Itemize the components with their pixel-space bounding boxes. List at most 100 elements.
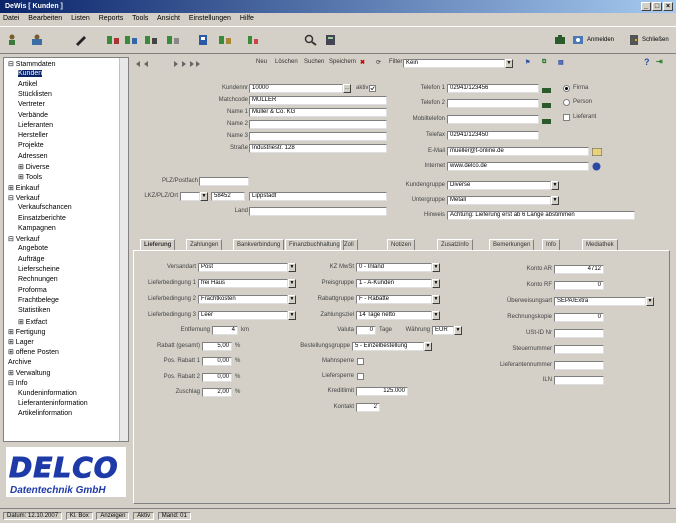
minimize-button[interactable]: _ [641, 2, 651, 11]
tree-item[interactable]: Verbände [18, 112, 48, 119]
filter-dropdown[interactable]: ▼ [505, 59, 513, 68]
save-button[interactable]: Speichern [329, 59, 356, 65]
discount-group-field[interactable]: F - Rabatte [356, 295, 432, 304]
post-icon[interactable] [246, 34, 260, 46]
supplier-icon[interactable] [30, 34, 44, 46]
tree-item[interactable]: Adressen [18, 153, 48, 160]
menu-einstellungen[interactable]: Einstellungen [189, 15, 231, 22]
tree-item[interactable]: ⊞ Diverse [18, 163, 50, 171]
menu-listen[interactable]: Listen [71, 15, 90, 22]
tree-item[interactable]: ⊞ Verwaltung [8, 369, 50, 377]
fax-field[interactable]: 02941/123450 [447, 131, 539, 140]
customer-group-field[interactable]: Diverse [447, 181, 551, 190]
tab-lieferung[interactable]: Lieferung [140, 239, 176, 250]
help-icon[interactable]: ? [644, 57, 650, 67]
tab-bemerkungen[interactable]: Bemerkungen [489, 239, 535, 250]
tab-mediathek[interactable]: Mediathek [582, 239, 618, 250]
tree-item[interactable]: Projekte [18, 142, 44, 149]
tree-item[interactable]: Angebote [18, 245, 48, 252]
invoice-copy-field[interactable]: 0 [554, 313, 604, 322]
phone2-field[interactable] [447, 99, 539, 108]
tree-item[interactable]: Einsatzberichte [18, 215, 66, 222]
supplier-number-field[interactable] [554, 361, 604, 370]
calculator-icon[interactable] [324, 34, 338, 46]
production-icon[interactable] [218, 34, 232, 46]
cancel-icon[interactable]: ✖ [360, 59, 365, 66]
subgroup-dropdown[interactable]: ▼ [551, 196, 559, 205]
tree-item[interactable]: Lieferanten [18, 122, 53, 129]
tree-item[interactable]: ⊞ Fertigung [8, 328, 45, 336]
shipping-method-dropdown[interactable]: ▼ [288, 263, 296, 272]
tree-item[interactable]: ⊞ Lager [8, 338, 34, 346]
delivery-term2-dropdown[interactable]: ▼ [288, 295, 296, 304]
tree-item[interactable]: Aufträge [18, 256, 44, 263]
account-rf-field[interactable]: 0 [554, 281, 604, 290]
tree-item[interactable]: Kunden [18, 70, 43, 78]
phone1-field[interactable]: 02941/123456 [447, 84, 539, 93]
tree-item[interactable]: ⊞ Extfact [18, 318, 47, 326]
search-button[interactable]: Suchen [304, 59, 324, 65]
person-radio[interactable] [563, 99, 570, 106]
tab-info[interactable]: Info [542, 239, 561, 250]
stock-icon[interactable] [196, 34, 210, 46]
delivery-block-checkbox[interactable] [357, 373, 364, 380]
refresh-icon[interactable]: ⟳ [376, 59, 381, 66]
pos-discount2-field[interactable]: 0,00 [202, 373, 232, 382]
tree-item[interactable]: Verkaufschancen [18, 204, 72, 211]
vat-code-dropdown[interactable]: ▼ [432, 263, 440, 272]
close-label[interactable]: Schließen [642, 37, 669, 43]
street-field[interactable]: Industriestr. 128 [249, 144, 387, 153]
new-button[interactable]: Neu [256, 59, 267, 65]
mobile-field[interactable] [447, 115, 539, 124]
internet-field[interactable]: www.delco.de [447, 162, 589, 171]
menu-hilfe[interactable]: Hilfe [240, 15, 254, 22]
delivery-icon[interactable] [144, 34, 158, 46]
filter-funnel-icon[interactable]: ⚑ [525, 59, 530, 66]
menu-ansicht[interactable]: Ansicht [157, 15, 180, 22]
tab-finanzbuchhaltung[interactable]: Finanzbuchhaltung [285, 239, 344, 250]
customer-no-field[interactable]: 10000 [249, 84, 343, 93]
zip-pobox-field[interactable] [199, 177, 249, 186]
delete-button[interactable]: Löschen [275, 59, 298, 65]
tab-notizen[interactable]: Notizen [387, 239, 416, 250]
tab-bankverbindung[interactable]: Bankverbindung [233, 239, 285, 250]
dial-phone1-icon[interactable] [542, 86, 551, 93]
tree-item[interactable]: ⊟ Info [8, 379, 28, 387]
login-icon[interactable] [571, 34, 585, 46]
delivery-term3-field[interactable]: Leer [198, 311, 288, 320]
tree-item[interactable]: ⊞ offene Posten [8, 348, 59, 356]
tree-item[interactable]: ⊟ Verkauf [8, 235, 40, 243]
vat-id-field[interactable] [554, 329, 604, 338]
delivery-term1-dropdown[interactable]: ▼ [288, 279, 296, 288]
menu-reports[interactable]: Reports [99, 15, 124, 22]
dunning-block-checkbox[interactable] [357, 358, 364, 365]
tab-zoll[interactable]: Zoll [340, 239, 358, 250]
pos-discount1-field[interactable]: 0,00 [202, 357, 232, 366]
tree-item[interactable]: Kundeninformation [18, 390, 77, 397]
currency-dropdown[interactable]: ▼ [454, 326, 462, 335]
door-icon[interactable] [627, 34, 641, 46]
name2-field[interactable] [249, 120, 387, 129]
dial-phone2-icon[interactable] [542, 101, 551, 108]
globe-icon[interactable] [592, 162, 601, 171]
delivery-term3-dropdown[interactable]: ▼ [288, 311, 296, 320]
contact-field[interactable]: 2 [356, 403, 380, 412]
maximize-button[interactable]: □ [652, 2, 662, 11]
tree-item[interactable]: Proforma [18, 287, 47, 294]
tree-item[interactable]: Artikel [18, 81, 37, 88]
payment-term-dropdown[interactable]: ▼ [432, 311, 440, 320]
active-checkbox[interactable] [369, 85, 376, 92]
mail-icon[interactable] [592, 148, 602, 156]
tree-item[interactable]: Rechnungen [18, 276, 58, 283]
tree-item[interactable]: ⊟ Stammdaten [8, 60, 56, 68]
currency-field[interactable]: EUR [432, 326, 454, 335]
print-icon[interactable]: ▤ [558, 59, 564, 66]
surcharge-field[interactable]: 2,00 [202, 388, 232, 397]
supplier-checkbox[interactable] [563, 114, 570, 121]
tree-item[interactable]: Artikelinformation [18, 410, 72, 417]
email-field[interactable]: mueller@t-online.de [447, 147, 589, 156]
tree-item[interactable]: Frachtbelege [18, 297, 59, 304]
tree-item[interactable]: Hersteller [18, 132, 48, 139]
matchcode-field[interactable]: MÜLLER [249, 96, 387, 105]
valuta-field[interactable]: 0 [356, 326, 376, 335]
